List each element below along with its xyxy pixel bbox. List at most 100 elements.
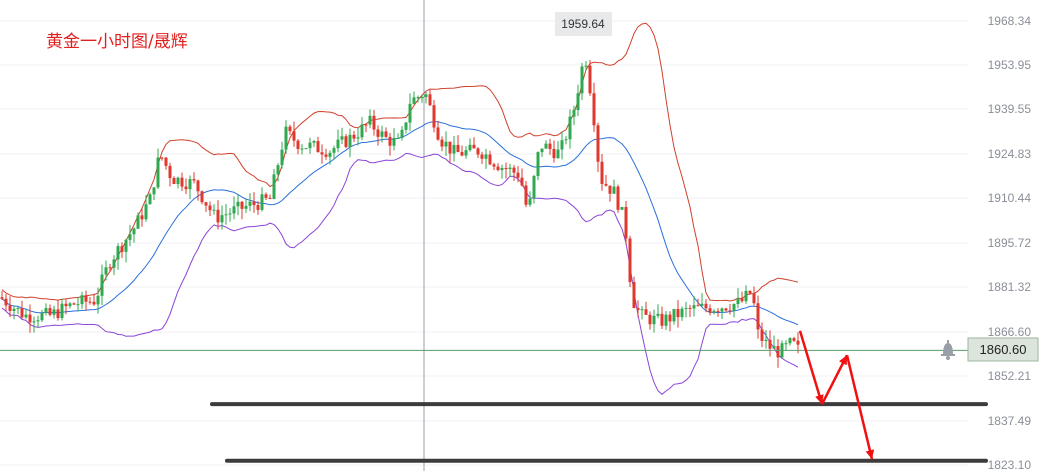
candle-body: [676, 309, 680, 318]
candle-body: [396, 137, 400, 139]
candle-body: [336, 139, 340, 149]
candle-body: [452, 144, 456, 154]
candle-body: [772, 345, 776, 349]
candle-body: [552, 148, 556, 159]
candle: [148, 192, 152, 205]
candle-body: [580, 66, 584, 94]
candle: [624, 200, 628, 245]
candle-body: [468, 144, 472, 151]
candle-body: [628, 238, 632, 283]
y-tick-label: 1866.60: [988, 325, 1032, 339]
candle-body: [120, 246, 124, 252]
candle-body: [664, 314, 668, 326]
candle-body: [416, 97, 420, 99]
candle-body: [764, 339, 768, 341]
candle-body: [356, 137, 360, 139]
candle-body: [620, 207, 624, 210]
candle-body: [584, 65, 588, 67]
candle-body: [728, 310, 732, 312]
candle-body: [144, 204, 148, 220]
y-tick-label: 1953.95: [988, 58, 1032, 72]
candle-body: [704, 303, 708, 309]
candle-body: [252, 201, 256, 206]
candle-body: [736, 298, 740, 305]
candle-body: [668, 314, 672, 322]
candle-body: [388, 136, 392, 146]
candle-body: [400, 129, 404, 138]
candle-body: [52, 309, 56, 315]
candle-body: [568, 116, 572, 140]
candle-body: [640, 309, 644, 311]
candle-body: [708, 308, 712, 313]
candle-body: [204, 202, 208, 206]
candle-body: [148, 194, 152, 205]
candle-body: [192, 179, 196, 181]
candle-body: [528, 198, 532, 205]
candle-body: [504, 167, 508, 170]
candle-body: [392, 137, 396, 146]
candle-body: [768, 339, 772, 349]
candle-body: [608, 185, 612, 194]
candle-body: [340, 136, 344, 140]
candle-body: [56, 309, 60, 319]
candle-body: [364, 124, 368, 126]
candle-body: [96, 295, 100, 305]
candle-body: [380, 131, 384, 137]
candle-body: [572, 109, 576, 117]
candle-body: [732, 304, 736, 312]
candle-body: [256, 205, 260, 210]
candle-body: [236, 201, 240, 207]
y-tick-label: 1910.44: [988, 191, 1032, 205]
candle-body: [692, 305, 696, 309]
candle-body: [436, 127, 440, 140]
candle-body: [264, 194, 268, 198]
candle-body: [308, 142, 312, 149]
candle-body: [108, 267, 112, 269]
candle-body: [384, 131, 388, 137]
candle-body: [752, 293, 756, 304]
candle-body: [352, 134, 356, 139]
candle-body: [12, 308, 16, 311]
candle-body: [472, 144, 476, 149]
candle-body: [64, 303, 68, 307]
candle-body: [644, 309, 648, 315]
candle-body: [324, 154, 328, 157]
candle-body: [60, 303, 64, 319]
candle-body: [604, 183, 608, 186]
candle-body: [168, 165, 172, 178]
candle-body: [660, 313, 664, 326]
y-tick-label: 1852.21: [988, 369, 1032, 383]
candle-body: [16, 307, 20, 309]
candle: [628, 235, 632, 288]
candle-body: [792, 338, 796, 341]
candle-body: [248, 201, 252, 206]
candle-body: [372, 115, 376, 130]
candle-body: [44, 308, 48, 313]
candle-body: [36, 320, 40, 322]
candle-body: [48, 308, 52, 315]
candle-body: [88, 301, 92, 303]
candle-body: [84, 295, 88, 302]
candle-body: [616, 186, 620, 210]
candle-body: [176, 177, 180, 185]
candle-body: [276, 165, 280, 175]
candle-body: [32, 321, 36, 323]
candle-body: [508, 167, 512, 170]
candle-body: [720, 308, 724, 312]
candle-body: [408, 103, 412, 123]
candle-body: [612, 186, 616, 194]
candle-body: [648, 314, 652, 325]
candle-body: [76, 304, 80, 306]
candle-body: [632, 282, 636, 308]
candle-body: [8, 305, 12, 311]
candle-body: [712, 310, 716, 313]
candle-body: [588, 65, 592, 94]
candle-body: [624, 207, 628, 239]
candle-body: [496, 166, 500, 171]
candle-body: [440, 139, 444, 147]
candle-body: [228, 213, 232, 215]
candle-body: [68, 303, 72, 307]
candle-body: [448, 141, 452, 154]
candle-body: [424, 94, 428, 98]
candle-body: [156, 157, 160, 188]
